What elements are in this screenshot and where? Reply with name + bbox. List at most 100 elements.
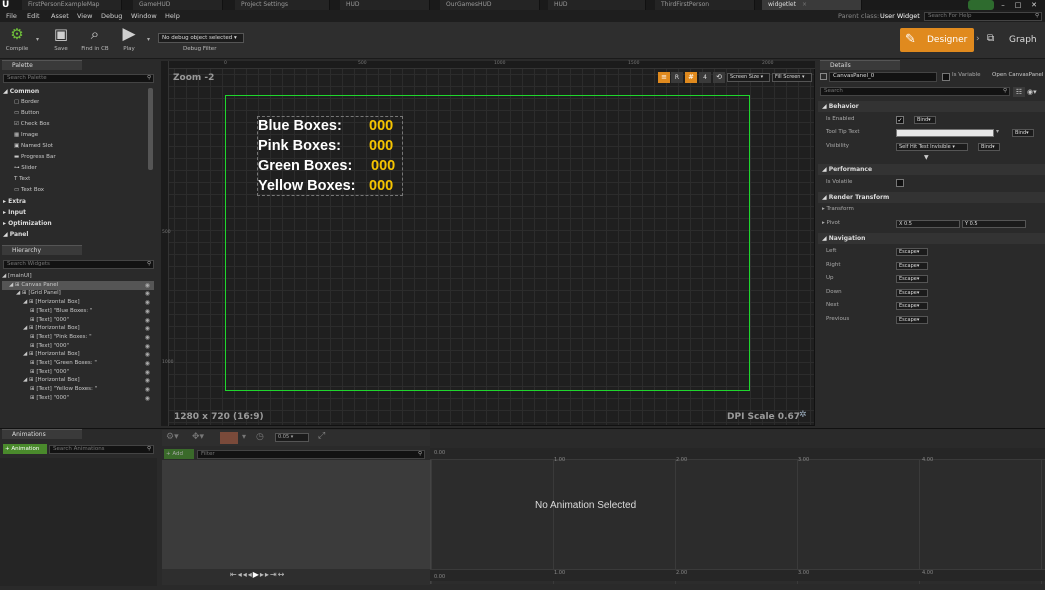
transport-buttons[interactable]: ⇤◂◂◂▶▸▸⇥↔ (230, 570, 285, 579)
palette-category-extra[interactable]: ▸ Extra (3, 197, 26, 206)
hierarchy-row[interactable]: ◢ ⊞ Canvas Panel ◉ (2, 280, 154, 290)
expand-arrow-icon[interactable] (2, 334, 30, 340)
prop-transform-label[interactable]: ▸ Transform (822, 203, 854, 216)
hierarchy-row[interactable]: ◢ ⊞ [Grid Panel] ◉ (2, 289, 154, 298)
editor-tab[interactable]: OurGamesHUD (440, 0, 540, 10)
hierarchy-row[interactable]: ⊞ [Text] "000" ◉ (2, 342, 154, 351)
grid-snap-icon[interactable]: # (685, 72, 697, 83)
help-search-input[interactable]: Search For Help ⚲ (924, 12, 1042, 21)
section-navigation[interactable]: ◢ Navigation (818, 233, 1045, 244)
expand-arrow-icon[interactable] (2, 386, 30, 392)
editor-tab[interactable]: HUD (340, 0, 430, 10)
layout-icon[interactable]: ≡ (658, 72, 670, 83)
animation-timeline[interactable] (430, 448, 1045, 584)
palette-category-panel[interactable]: ◢ Panel (3, 230, 28, 239)
fill-screen-dropdown[interactable]: Fill Screen ▾ (772, 73, 812, 82)
debug-object-dropdown[interactable]: No debug object selected ▾ (158, 33, 244, 43)
time-snap-dropdown[interactable]: 0.05 ▾ (275, 433, 309, 442)
palette-item-checkbox[interactable]: ☑ Check Box (14, 120, 50, 129)
hud-row-blue[interactable]: Blue Boxes: (258, 116, 342, 136)
palette-tab[interactable]: Palette (2, 60, 82, 70)
auto-key-icon[interactable] (220, 432, 238, 444)
navigation-down-dropdown[interactable]: Escape▾ (896, 288, 928, 297)
animations-search-input[interactable]: Search Animations ⚲ (49, 445, 154, 454)
palette-item-button[interactable]: ▭ Button (14, 109, 39, 118)
visibility-eye-icon[interactable]: ◉ (145, 316, 150, 325)
save-button[interactable]: ▣ Save (46, 24, 76, 56)
hud-row-yellow[interactable]: Yellow Boxes: (258, 176, 356, 196)
tool-tip-bind-dropdown[interactable]: Bind▾ (1012, 129, 1034, 137)
auto-scroll-icon[interactable]: ⤢ (318, 431, 325, 441)
rotate-icon[interactable]: ⟲ (713, 72, 725, 83)
hud-row-pink[interactable]: Pink Boxes: (258, 136, 341, 156)
track-list[interactable] (162, 460, 430, 569)
expand-arrow-icon[interactable]: ◢ (2, 290, 22, 296)
expand-arrow-icon[interactable] (2, 317, 30, 323)
add-animation-button[interactable]: + Animation (3, 444, 47, 454)
play-forward-icon[interactable]: ▶ (253, 570, 260, 579)
visibility-eye-icon[interactable]: ◉ (145, 376, 150, 385)
expand-arrow-icon[interactable] (2, 308, 30, 314)
menu-edit[interactable]: Edit (27, 10, 40, 22)
visibility-eye-icon[interactable]: ◉ (145, 350, 150, 359)
expand-arrow-icon[interactable]: ◢ (2, 282, 15, 288)
hierarchy-row[interactable]: ⊞ [Text] "Yellow Boxes: " ◉ (2, 385, 154, 394)
visibility-bind-dropdown[interactable]: Bind▾ (978, 143, 1000, 151)
screen-size-dropdown[interactable]: Screen Size ▾ (727, 73, 770, 82)
palette-item-image[interactable]: ▦ Image (14, 131, 38, 140)
visibility-eye-icon[interactable]: ◉ (145, 289, 150, 298)
visibility-eye-icon[interactable]: ◉ (145, 298, 150, 307)
close-tab-icon[interactable]: × (802, 1, 807, 8)
prop-pivot-label[interactable]: ▸ Pivot (822, 217, 840, 230)
compile-options-chevron-icon[interactable]: ▾ (36, 36, 39, 43)
palette-search-input[interactable]: Search Palette ⚲ (3, 74, 154, 83)
jump-to-start-icon[interactable]: ⇤ (230, 570, 238, 579)
palette-category-common[interactable]: ◢ Common (3, 87, 39, 96)
expand-arrow-icon[interactable] (2, 360, 30, 366)
advanced-expand-chevron-icon[interactable]: ▼ (924, 154, 929, 161)
sequencer-settings-icon[interactable]: ⚙▾ (166, 432, 179, 442)
loop-icon[interactable]: ↔ (278, 570, 286, 579)
palette-category-input[interactable]: ▸ Input (3, 208, 26, 217)
graph-mode-button[interactable]: ⧉ Graph (985, 28, 1043, 52)
editor-tab[interactable]: HUD (548, 0, 646, 10)
palette-item-border[interactable]: ▢ Border (14, 98, 39, 107)
expand-arrow-icon[interactable] (2, 369, 30, 375)
hud-value-pink[interactable]: 000 (369, 136, 393, 156)
palette-category-optimization[interactable]: ▸ Optimization (3, 219, 52, 228)
hierarchy-search-input[interactable]: Search Widgets ⚲ (3, 260, 154, 269)
play-button[interactable]: ▶ Play (114, 24, 144, 56)
widget-name-input[interactable]: CanvasPanel_0 (829, 72, 937, 82)
hierarchy-row[interactable]: ⊞ [Text] "Green Boxes: " ◉ (2, 359, 154, 368)
hud-value-yellow[interactable]: 000 (369, 176, 393, 196)
menu-asset[interactable]: Asset (51, 10, 69, 22)
hud-row-green[interactable]: Green Boxes: (258, 156, 352, 176)
hierarchy-row[interactable]: ◢ [mainUI] (2, 272, 154, 281)
add-track-button[interactable]: + Add (164, 449, 194, 459)
key-transform-icon[interactable]: ✥▾ (192, 432, 204, 442)
visibility-eye-icon[interactable]: ◉ (145, 307, 150, 316)
expand-arrow-icon[interactable] (2, 343, 30, 349)
pivot-x-input[interactable]: X 0.5 (896, 220, 960, 228)
hierarchy-row[interactable]: ⊞ [Text] "Pink Boxes: " ◉ (2, 333, 154, 342)
hierarchy-row[interactable]: ⊞ [Text] "000" ◉ (2, 316, 154, 325)
navigation-up-dropdown[interactable]: Escape▾ (896, 275, 928, 284)
jump-to-end-icon[interactable]: ⇥ (270, 570, 278, 579)
tool-tip-input[interactable] (896, 129, 994, 137)
details-search-input[interactable]: Search ⚲ (820, 87, 1010, 96)
hierarchy-tab[interactable]: Hierarchy (2, 245, 82, 255)
editor-tab[interactable]: GameHUD (133, 0, 223, 10)
key-options-chevron-icon[interactable]: ▾ (242, 432, 246, 441)
property-matrix-icon[interactable]: ☷ (1013, 87, 1025, 97)
grid-size-button[interactable]: 4 (699, 72, 711, 83)
hierarchy-row[interactable]: ⊞ [Text] "Blue Boxes: " ◉ (2, 307, 154, 316)
palette-item-text[interactable]: T Text (14, 175, 30, 184)
track-filter-input[interactable]: Filter ⚲ (197, 450, 425, 459)
palette-item-text-box[interactable]: ▭ Text Box (14, 186, 44, 195)
section-behavior[interactable]: ◢ Behavior (818, 101, 1045, 112)
animations-list[interactable] (0, 458, 157, 586)
visibility-eye-icon[interactable]: ◉ (145, 385, 150, 394)
navigation-next-dropdown[interactable]: Escape▾ (896, 302, 928, 311)
find-in-cb-button[interactable]: ⌕ Find in CB (78, 24, 112, 56)
palette-scrollbar[interactable] (148, 88, 153, 170)
